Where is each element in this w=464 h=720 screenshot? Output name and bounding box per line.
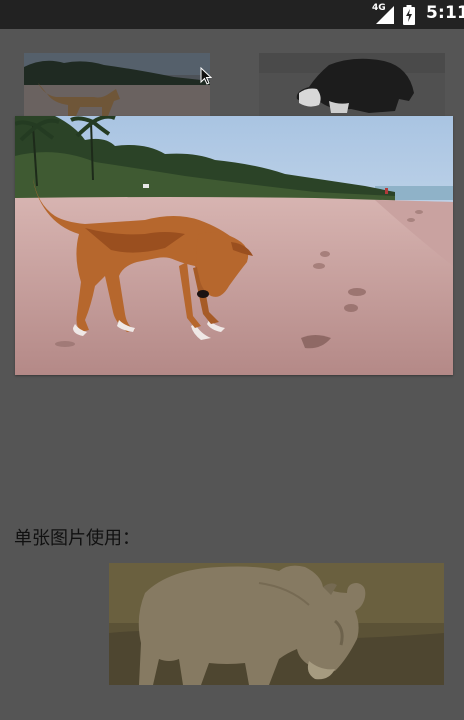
black-white-dog-thumb-image bbox=[259, 53, 445, 116]
main-photo-beach-dog[interactable] bbox=[15, 116, 453, 375]
single-image-section-label: 单张图片使用： bbox=[14, 528, 140, 549]
beach-dog-thumb-image bbox=[24, 53, 210, 116]
battery-charging-icon bbox=[403, 5, 415, 25]
status-bar: 4G 5:11 bbox=[0, 0, 464, 29]
app-screen: 4G 5:11 单张图片使用： bbox=[0, 0, 464, 720]
clock: 5:11 bbox=[426, 3, 464, 23]
rhino-image bbox=[109, 563, 444, 685]
thumbnail-black-white-dog[interactable] bbox=[259, 53, 445, 116]
mouse-cursor-icon bbox=[200, 67, 212, 85]
single-photo-rhino[interactable] bbox=[109, 563, 444, 685]
thumbnail-beach-dog[interactable] bbox=[24, 53, 210, 116]
beach-dog-image bbox=[15, 116, 453, 375]
signal-icon bbox=[376, 6, 394, 24]
